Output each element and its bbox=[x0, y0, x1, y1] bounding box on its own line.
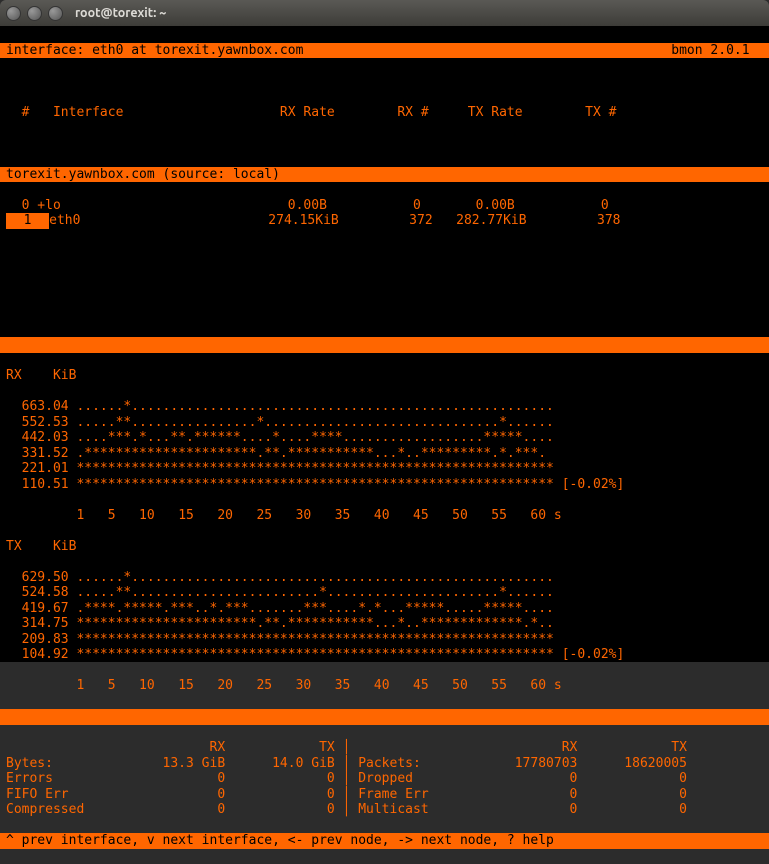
rx-chart: 663.04 ......*..........................… bbox=[0, 399, 769, 492]
close-icon[interactable] bbox=[6, 6, 21, 21]
chart-row: 552.53 .....**................*.........… bbox=[0, 415, 769, 431]
maximize-icon[interactable] bbox=[48, 6, 63, 21]
tx-chart: 629.50 ......*..........................… bbox=[0, 570, 769, 663]
stats-row: Bytes: 13.3 GiB 14.0 GiB │ Packets: 1778… bbox=[0, 756, 769, 772]
header-right: bmon 2.0.1 bbox=[671, 43, 749, 58]
blank-line bbox=[0, 275, 769, 291]
window-titlebar: root@torexit: ~ bbox=[0, 0, 769, 26]
rx-scale-text: 1 5 10 15 20 25 30 35 40 45 50 55 60 s bbox=[53, 508, 562, 523]
rx-scale: 1 5 10 15 20 25 30 35 40 45 50 55 60 s bbox=[0, 508, 769, 524]
chart-row: 524.58 .....**........................*.… bbox=[0, 585, 769, 601]
chart-row: 331.52 .**********************.**.******… bbox=[0, 446, 769, 462]
tx-scale: 1 5 10 15 20 25 30 35 40 45 50 55 60 s bbox=[0, 678, 769, 694]
header-bar: interface: eth0 at torexit.yawnbox.com b… bbox=[0, 43, 769, 59]
column-headers: # Interface RX Rate RX # TX Rate TX # bbox=[0, 105, 769, 121]
rx-chart-header: RX KiB bbox=[0, 368, 769, 384]
chart-row: 629.50 ......*..........................… bbox=[0, 570, 769, 586]
interface-list: 0 +lo 0.00B 0 0.00B 0 1 eth0 274.15KiB 3… bbox=[0, 198, 769, 229]
separator-bar bbox=[0, 337, 769, 353]
window-title: root@torexit: ~ bbox=[75, 6, 166, 20]
terminal-view: interface: eth0 at torexit.yawnbox.com b… bbox=[0, 26, 769, 662]
chart-row: 221.01 *********************************… bbox=[0, 461, 769, 477]
minimize-icon[interactable] bbox=[27, 6, 42, 21]
chart-row: 209.83 *********************************… bbox=[0, 632, 769, 648]
stats-block: RX TX │ RX TXBytes: 13.3 GiB 14.0 GiB │ … bbox=[0, 740, 769, 818]
chart-row: 110.51 *********************************… bbox=[0, 477, 769, 493]
interface-row[interactable]: 0 +lo 0.00B 0 0.00B 0 bbox=[0, 198, 769, 214]
blank-line bbox=[0, 306, 769, 322]
chart-row: 419.67 .****.*****.***..*.***.......***.… bbox=[0, 601, 769, 617]
stats-row: Errors 0 0 │ Dropped 0 0 bbox=[0, 771, 769, 787]
tx-chart-header: TX KiB bbox=[0, 539, 769, 555]
chart-row: 314.75 ***********************.**.******… bbox=[0, 616, 769, 632]
blank-line bbox=[0, 244, 769, 260]
chart-row: 663.04 ......*..........................… bbox=[0, 399, 769, 415]
interface-row[interactable]: 1 eth0 274.15KiB 372 282.77KiB 378 bbox=[0, 213, 769, 229]
blank-line bbox=[0, 74, 769, 90]
chart-row: 104.92 *********************************… bbox=[0, 647, 769, 663]
stats-row: Compressed 0 0 │ Multicast 0 0 bbox=[0, 802, 769, 818]
blank-line bbox=[0, 136, 769, 152]
chart-row: 442.03 ....***.*...**.******....*....***… bbox=[0, 430, 769, 446]
tx-scale-text: 1 5 10 15 20 25 30 35 40 45 50 55 60 s bbox=[53, 678, 562, 693]
footer-help: ^ prev interface, v next interface, <- p… bbox=[0, 833, 769, 849]
separator-bar bbox=[0, 709, 769, 725]
header-left: interface: eth0 at torexit.yawnbox.com bbox=[6, 43, 303, 58]
source-line: torexit.yawnbox.com (source: local) bbox=[0, 167, 769, 183]
stats-header: RX TX │ RX TX bbox=[0, 740, 769, 756]
stats-row: FIFO Err 0 0 │ Frame Err 0 0 bbox=[0, 787, 769, 803]
